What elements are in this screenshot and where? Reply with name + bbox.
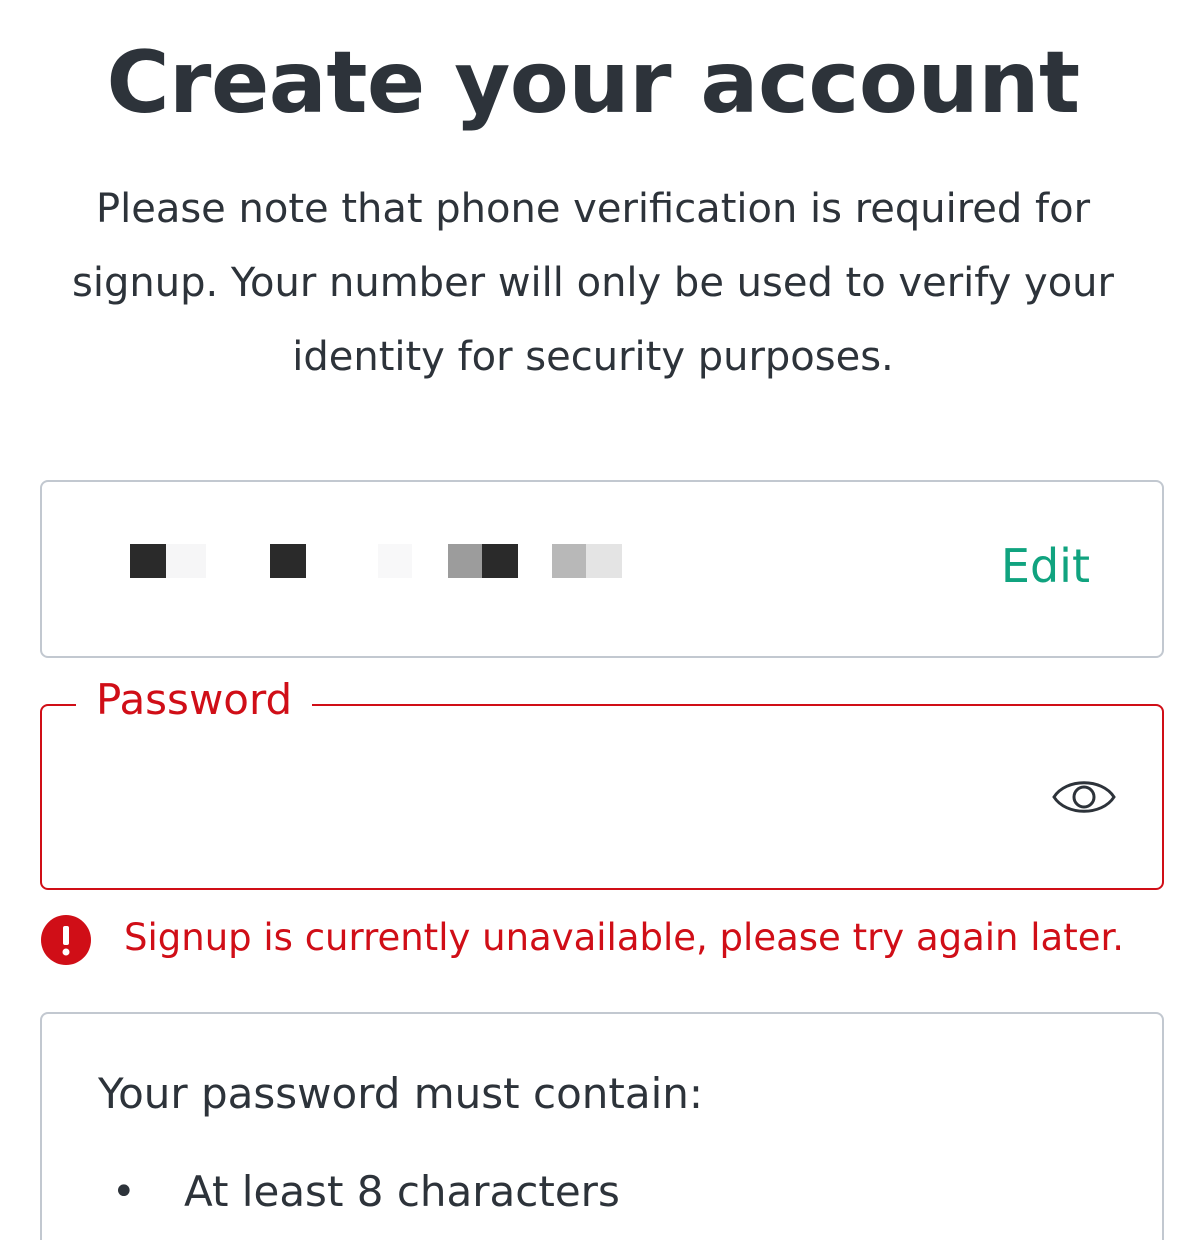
redacted-phone-block bbox=[378, 544, 412, 578]
error-text: Signup is currently unavailable, please … bbox=[124, 916, 1125, 959]
password-label: Password bbox=[76, 672, 313, 728]
requirement-item: At least 8 characters bbox=[184, 1167, 620, 1216]
password-input[interactable] bbox=[70, 750, 1010, 846]
redacted-phone-block bbox=[586, 544, 622, 578]
alert-icon bbox=[41, 915, 91, 965]
page-subtitle: Please note that phone verification is r… bbox=[72, 186, 1114, 380]
redacted-phone-block bbox=[130, 544, 166, 578]
redacted-phone-block bbox=[482, 544, 518, 578]
eye-icon[interactable] bbox=[1052, 774, 1116, 820]
edit-phone-link[interactable]: Edit bbox=[1001, 536, 1090, 596]
redacted-phone-block bbox=[448, 544, 482, 578]
redacted-phone-block bbox=[552, 544, 586, 578]
page-title: Create your account bbox=[106, 33, 1080, 133]
redacted-phone-block bbox=[270, 544, 306, 578]
list-bullet: • bbox=[112, 1169, 136, 1215]
redacted-phone-block bbox=[166, 544, 206, 578]
password-requirements-title: Your password must contain: bbox=[98, 1069, 704, 1118]
